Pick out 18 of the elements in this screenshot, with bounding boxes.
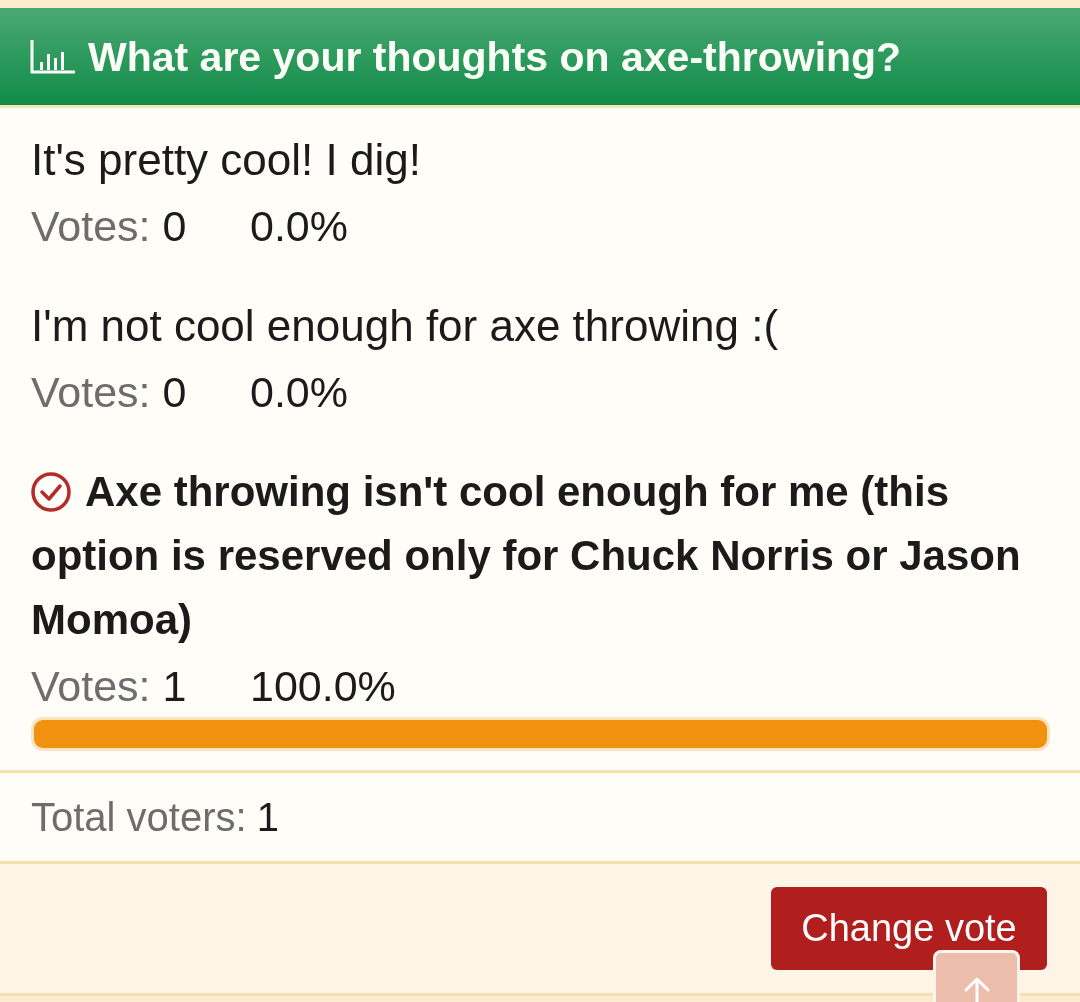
scroll-top-button[interactable] (933, 950, 1020, 1002)
total-voters-label: Total voters: (31, 794, 247, 840)
option-label: It's pretty cool! I dig! (31, 135, 421, 184)
vote-percent: 0.0% (250, 201, 348, 252)
change-vote-button[interactable]: Change vote (771, 887, 1047, 970)
votes-label: Votes: (31, 661, 151, 712)
votes-label: Votes: (31, 367, 151, 418)
option-label: I'm not cool enough for axe throwing :( (31, 301, 779, 350)
option-label: Axe throwing isn't cool enough for me (this option is reserved only for Chuck Norris or Jason Momoa) (31, 468, 1021, 643)
bar-chart-icon (30, 39, 75, 74)
vote-count: 1 (162, 661, 187, 712)
total-voters-count: 1 (256, 794, 279, 840)
poll-title: What are your thoughts on axe-throwing? (88, 32, 902, 82)
vote-percent: 100.0% (250, 661, 396, 712)
vote-count: 0 (162, 201, 187, 252)
votes-label: Votes: (31, 201, 151, 252)
vote-percent: 0.0% (250, 367, 348, 418)
vote-count: 0 (162, 367, 187, 418)
